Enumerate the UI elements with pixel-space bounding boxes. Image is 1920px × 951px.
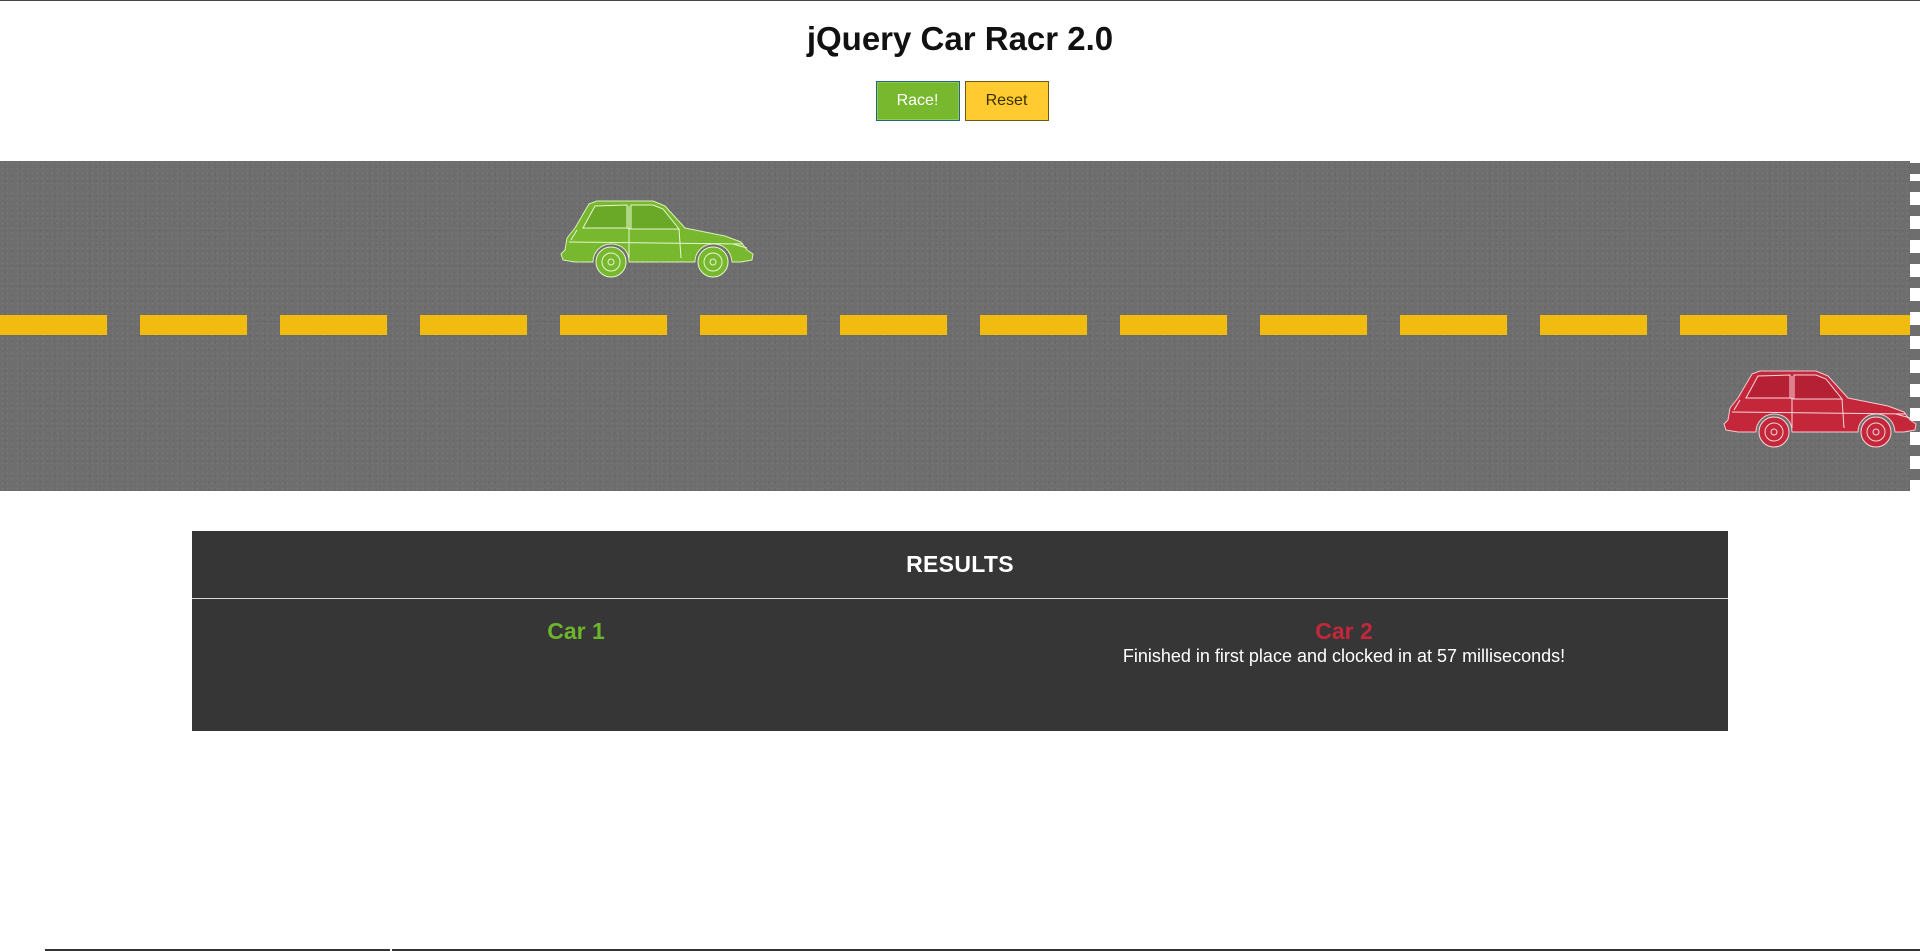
race-track [0,161,1910,491]
race-button[interactable]: Race! [875,81,960,121]
car-1-icon [560,200,754,278]
car-1-name: Car 1 [547,618,605,644]
car-2-name: Car 2 [1315,618,1373,644]
race-controls: Race! Reset [0,81,1920,121]
result-car-1: Car 1 [192,599,960,731]
result-car-2: Car 2 Finished in first place and clocke… [960,599,1728,731]
page-title: jQuery Car Racr 2.0 [806,20,1114,57]
lane-divider [0,315,1910,335]
car-2-message: Finished in first place and clocked in a… [1122,646,1566,666]
results-columns: Car 1 Car 2 Finished in first place and … [192,599,1728,731]
reset-button[interactable]: Reset [964,81,1049,121]
car-2-icon [1723,370,1917,448]
results-panel: RESULTS Car 1 Car 2 Finished in first pl… [192,531,1728,731]
top-border [0,0,1920,1]
results-header: RESULTS [192,531,1728,599]
